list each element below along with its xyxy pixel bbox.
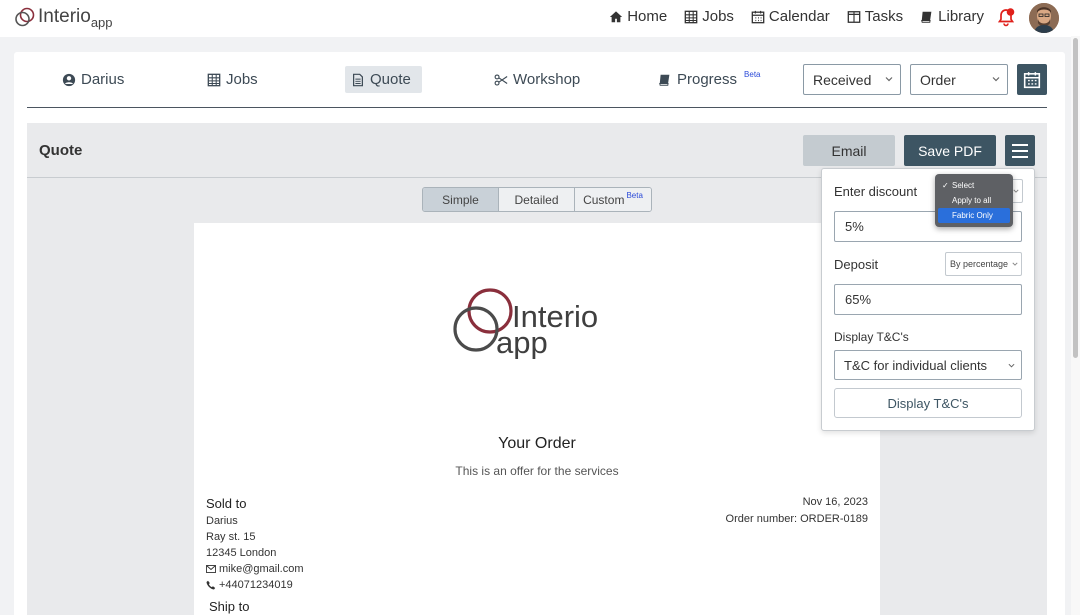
deposit-label: Deposit — [834, 257, 879, 272]
menu-option-fabric-only[interactable]: Fabric Only — [938, 208, 1010, 223]
menu-option-apply-to-all[interactable]: Apply to all — [938, 193, 1010, 208]
top-navbar: Interio app Home Jobs Calendar Tasks Lib… — [0, 0, 1080, 37]
nav-jobs-label: Jobs — [702, 8, 734, 25]
calendar-icon — [751, 10, 765, 23]
tab-quote-label: Quote — [370, 71, 411, 88]
user-avatar[interactable] — [1029, 3, 1059, 33]
customer-phone: +44071234019 — [206, 579, 293, 591]
menu-option-select[interactable]: Select — [938, 178, 1010, 193]
tab-client[interactable]: Darius — [56, 66, 130, 93]
customer-name: Darius — [206, 515, 238, 527]
chevron-down-icon — [1013, 189, 1019, 193]
display-tc-button[interactable]: Display T&C's — [834, 388, 1022, 418]
customer-email: mike@gmail.com — [206, 563, 304, 575]
order-subheading: This is an offer for the services — [455, 464, 619, 478]
nav-home[interactable]: Home — [609, 8, 667, 25]
avatar-photo-icon — [1029, 3, 1059, 33]
tab-progress-label: Progress — [677, 71, 738, 88]
envelope-icon — [206, 565, 216, 573]
scrollbar-thumb[interactable] — [1073, 38, 1078, 358]
nav-tasks[interactable]: Tasks — [847, 8, 903, 25]
quote-title: Quote — [39, 142, 83, 159]
nav-jobs[interactable]: Jobs — [684, 8, 734, 25]
mode-simple[interactable]: Simple — [423, 188, 499, 211]
columns-icon — [847, 10, 861, 23]
notification-bell-icon[interactable] — [996, 7, 1016, 27]
mode-custom-label: Custom — [583, 192, 625, 207]
type-select-value: Order — [920, 71, 956, 88]
tab-client-label: Darius — [81, 71, 125, 88]
nav-tasks-label: Tasks — [864, 8, 904, 25]
discount-scope-menu: Select Apply to all Fabric Only — [935, 174, 1013, 227]
save-pdf-button[interactable]: Save PDF — [904, 135, 996, 166]
progress-beta-badge: Beta — [744, 70, 761, 79]
deposit-mode-value: By percentage — [950, 259, 1009, 269]
deposit-mode-select[interactable]: By percentage — [945, 252, 1022, 276]
nav-library-label: Library — [938, 8, 984, 25]
mode-detailed[interactable]: Detailed — [499, 188, 575, 211]
calendar-icon — [1023, 71, 1041, 88]
address-line1: Ray st. 15 — [206, 531, 256, 543]
book-icon — [921, 11, 932, 23]
customer-email-value: mike@gmail.com — [219, 563, 304, 575]
top-nav: Home Jobs Calendar Tasks Library — [609, 8, 984, 25]
phone-icon — [206, 580, 216, 590]
chevron-down-icon — [1012, 262, 1018, 266]
discount-label: Enter discount — [834, 184, 918, 199]
file-text-icon — [353, 73, 363, 86]
chevron-down-icon — [885, 77, 893, 82]
tabs-divider — [27, 107, 1047, 108]
status-select-value: Received — [813, 71, 872, 88]
email-button[interactable]: Email — [803, 135, 895, 166]
table-icon — [207, 73, 221, 86]
table-icon — [684, 10, 698, 23]
tab-workshop[interactable]: Workshop — [488, 66, 586, 93]
job-tabs: Darius Jobs Quote Workshop Progress Beta… — [14, 52, 1065, 108]
order-heading: Your Order — [498, 435, 576, 452]
calendar-button[interactable] — [1017, 64, 1047, 95]
quote-document: Interio app Your Order This is an offer … — [194, 223, 880, 615]
tab-jobs-label: Jobs — [226, 71, 258, 88]
brand-logo[interactable]: Interio app — [14, 6, 113, 30]
chevron-down-icon — [992, 77, 1000, 82]
tab-quote[interactable]: Quote — [345, 66, 422, 93]
nav-library[interactable]: Library — [920, 8, 984, 25]
chevron-down-icon — [1008, 363, 1015, 368]
home-icon — [610, 10, 623, 22]
interio-logo: Interio app — [453, 288, 598, 359]
custom-beta-badge: Beta — [626, 191, 643, 200]
tc-select-value: T&C for individual clients — [844, 357, 988, 373]
sold-to-label: Sold to — [206, 496, 247, 511]
logo-suffix: app — [496, 325, 548, 359]
tab-jobs[interactable]: Jobs — [201, 66, 264, 93]
brand-name: Interio — [38, 6, 91, 27]
scissors-icon — [494, 73, 508, 86]
status-select[interactable]: Received — [803, 64, 901, 95]
tc-select[interactable]: T&C for individual clients — [834, 350, 1022, 380]
user-circle-icon — [62, 73, 76, 86]
order-number: Order number: ORDER-0189 — [725, 513, 868, 525]
nav-calendar[interactable]: Calendar — [751, 8, 830, 25]
ship-to-label: Ship to — [209, 599, 250, 614]
tab-workshop-label: Workshop — [513, 71, 581, 88]
tc-label: Display T&C's — [834, 330, 909, 344]
order-date: Nov 16, 2023 — [802, 496, 868, 508]
book-icon — [659, 74, 670, 86]
brand-suffix: app — [90, 15, 113, 30]
address-line2: 12345 London — [206, 547, 277, 559]
quote-mode-toggle: Simple Detailed Custom Beta — [422, 187, 652, 212]
menu-button[interactable] — [1005, 135, 1035, 166]
tab-progress[interactable]: Progress Beta — [652, 66, 767, 93]
type-select[interactable]: Order — [910, 64, 1008, 95]
nav-home-label: Home — [627, 8, 668, 25]
customer-phone-value: +44071234019 — [219, 579, 293, 591]
mode-custom[interactable]: Custom Beta — [575, 188, 651, 211]
deposit-input[interactable]: 65% — [834, 284, 1022, 315]
logo-rings-icon — [15, 7, 35, 27]
nav-calendar-label: Calendar — [768, 8, 830, 25]
hamburger-icon — [1012, 143, 1028, 146]
